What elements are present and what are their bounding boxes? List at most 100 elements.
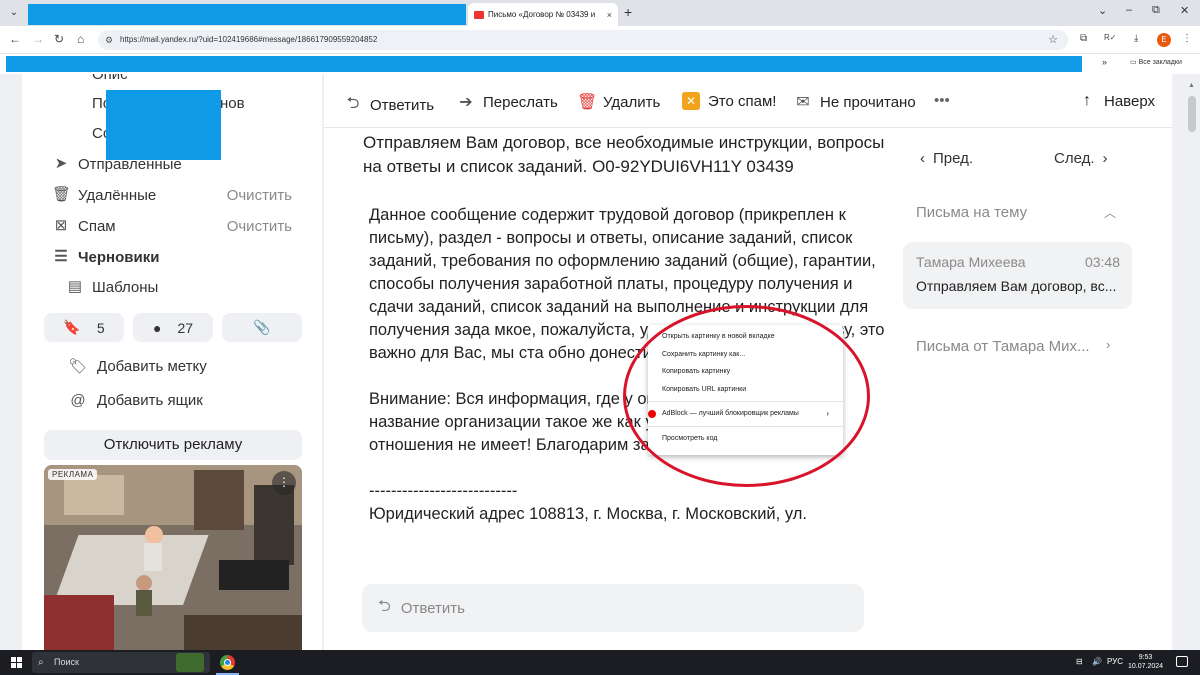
ad-more-icon[interactable]: ⋮ bbox=[272, 471, 296, 495]
tab-close-icon[interactable]: × bbox=[607, 10, 612, 20]
thread-title[interactable]: Письма на тему bbox=[916, 204, 1027, 221]
body-paragraph: Юридический адрес 108813, г. Москва, г. … bbox=[369, 505, 807, 523]
reply-label: Ответить bbox=[370, 97, 435, 114]
forward-label: Переслать bbox=[483, 93, 558, 111]
ad-tag: РЕКЛАМА bbox=[48, 469, 98, 480]
at-icon: @ bbox=[70, 392, 86, 409]
sidebar-item-partial[interactable]: Опис bbox=[92, 74, 128, 83]
url-field[interactable]: ⚙ https://mail.yandex.ru/?uid=102419686#… bbox=[98, 30, 1068, 50]
clock-date: 10.07.2024 bbox=[1128, 663, 1164, 670]
forward-icon[interactable]: → bbox=[32, 32, 44, 46]
mark-unread-button[interactable]: ✉ Не прочитано bbox=[794, 92, 915, 112]
reload-icon[interactable]: ↻ bbox=[54, 32, 64, 46]
network-icon[interactable]: ⊟ bbox=[1076, 657, 1083, 666]
chrome-icon[interactable] bbox=[220, 655, 235, 670]
redacted-bookmarks bbox=[6, 56, 1082, 72]
chevron-right-icon[interactable]: › bbox=[1106, 337, 1110, 352]
add-mailbox-text: Добавить ящик bbox=[97, 392, 203, 409]
add-label-link[interactable]: 🏷 Добавить метку bbox=[68, 357, 206, 376]
prev-message-button[interactable]: ‹ Пред. bbox=[920, 150, 973, 167]
menu-kebab-icon[interactable]: ⋮ bbox=[1182, 33, 1192, 44]
all-bookmarks-label: Все закладки bbox=[1138, 59, 1182, 66]
spam-button[interactable]: ✕ Это спам! bbox=[682, 92, 776, 110]
url-text: https://mail.yandex.ru/?uid=102419686#me… bbox=[120, 35, 378, 44]
spam-label: Это спам! bbox=[708, 92, 777, 110]
page-scrollbar[interactable] bbox=[1188, 96, 1196, 132]
notifications-icon[interactable] bbox=[1176, 656, 1188, 667]
sidebar-item-label: Черновики bbox=[78, 248, 160, 266]
sidebar: Опис По нов Со ➤ Отправленные 🗑 Удалённы… bbox=[22, 74, 322, 650]
sidebar-item-trash[interactable]: 🗑 Удалённые bbox=[52, 186, 156, 204]
quick-reply-box[interactable]: ⮌ Ответить bbox=[362, 584, 864, 632]
sidebar-item-templates[interactable]: ▤ Шаблоны bbox=[66, 278, 158, 296]
redacted-folders bbox=[106, 90, 221, 160]
search-highlight-image bbox=[176, 653, 204, 672]
profile-avatar[interactable]: E bbox=[1157, 33, 1171, 47]
delete-label: Удалить bbox=[603, 93, 661, 111]
chevron-up-icon[interactable]: ︿ bbox=[1104, 204, 1116, 221]
clear-spam-link[interactable]: Очистить bbox=[227, 218, 292, 235]
more-actions-button[interactable]: ••• bbox=[934, 92, 950, 109]
attachments-filter-button[interactable]: 📎 bbox=[222, 313, 302, 342]
sidebar-item-drafts[interactable]: ☰ Черновики bbox=[52, 248, 159, 266]
tab-active[interactable]: Письмо «Договор № 03439 и × bbox=[468, 3, 618, 26]
clock-time: 9:53 bbox=[1138, 654, 1153, 661]
clock[interactable]: 9:53 10.07.2024 bbox=[1128, 653, 1163, 671]
download-icon[interactable]: ⤓ bbox=[1134, 33, 1138, 44]
thread-item[interactable]: Тамара Михеева 03:48 Отправляем Вам дого… bbox=[903, 242, 1132, 309]
tab-search-icon[interactable]: ⌄ bbox=[1098, 4, 1107, 17]
thread-snippet: Отправляем Вам договор, вс... bbox=[916, 278, 1117, 294]
scroll-top-button[interactable]: ↑ Наверх bbox=[1078, 92, 1155, 110]
envelope-icon: ✉ bbox=[796, 94, 810, 111]
all-bookmarks-button[interactable]: ▭ Все закладки bbox=[1130, 58, 1182, 66]
scroll-up-icon[interactable]: ▲ bbox=[1188, 82, 1195, 89]
sender-messages-link[interactable]: Письма от Тамара Мих... bbox=[916, 338, 1090, 355]
bookmarks-overflow-icon[interactable]: » bbox=[1102, 57, 1107, 67]
tag-icon: 🏷 bbox=[68, 358, 88, 375]
unread-filter-button[interactable]: ● 27 bbox=[133, 313, 213, 342]
trash-icon: 🗑 bbox=[577, 94, 598, 111]
ad-image[interactable]: РЕКЛАМА ⋮ bbox=[44, 465, 302, 650]
forward-button[interactable]: ➔ Переслать bbox=[457, 92, 558, 112]
bookmark-icon: 🔖 bbox=[63, 319, 81, 335]
maximize-button[interactable]: ⧉ bbox=[1152, 4, 1160, 17]
tab-search-dropdown[interactable]: ⌄ bbox=[6, 5, 22, 21]
tab-bar: ⌄ Письмо «Договор № 03439 и × + ⌄ – ⧉ ✕ bbox=[0, 0, 1200, 26]
new-tab-button[interactable]: + bbox=[624, 4, 632, 20]
language-indicator[interactable]: РУС bbox=[1107, 657, 1123, 666]
sidebar-item-sent[interactable]: ➤ Отправленные bbox=[52, 155, 182, 173]
thread-sender: Тамара Михеева bbox=[916, 254, 1026, 270]
site-settings-icon[interactable]: ⚙ bbox=[105, 30, 113, 50]
sidebar-item-spam[interactable]: ⊠ Спам bbox=[52, 217, 116, 235]
forward-icon: ➔ bbox=[459, 94, 473, 111]
top-label: Наверх bbox=[1104, 92, 1155, 110]
next-message-button[interactable]: След. › bbox=[1054, 150, 1108, 167]
volume-icon[interactable]: 🔊 bbox=[1092, 657, 1102, 666]
search-icon: ⌕ bbox=[38, 657, 44, 668]
bookmarked-filter-button[interactable]: 🔖 5 bbox=[44, 313, 124, 342]
chevron-left-icon: ‹ bbox=[920, 150, 925, 167]
counters-row: 🔖 5 ● 27 📎 bbox=[44, 313, 302, 342]
minimize-button[interactable]: – bbox=[1126, 4, 1132, 16]
spam-icon: ⊠ bbox=[54, 217, 68, 234]
delete-button[interactable]: 🗑 Удалить bbox=[577, 92, 660, 112]
start-button[interactable] bbox=[11, 657, 22, 668]
clear-trash-link[interactable]: Очистить bbox=[227, 187, 292, 204]
reply-icon: ⮌ bbox=[346, 95, 360, 112]
taskbar-search[interactable]: ⌕ Поиск bbox=[32, 652, 210, 673]
add-mailbox-link[interactable]: @ Добавить ящик bbox=[68, 392, 203, 409]
template-icon: ▤ bbox=[67, 278, 83, 295]
home-icon[interactable]: ⌂ bbox=[77, 32, 84, 46]
reply-button[interactable]: ⮌ Ответить bbox=[344, 92, 435, 119]
message-toolbar: ⮌ Ответить ➔ Переслать 🗑 Удалить ✕ Это с… bbox=[324, 74, 1172, 128]
next-label: След. bbox=[1054, 150, 1095, 167]
extensions-icon[interactable]: ⧉ bbox=[1080, 33, 1087, 44]
sidebar-item-label: Удалённые bbox=[78, 186, 157, 204]
back-icon[interactable]: ← bbox=[9, 32, 21, 46]
translate-icon[interactable]: R✓ bbox=[1104, 33, 1116, 42]
bookmarked-count: 5 bbox=[96, 319, 105, 336]
arrow-up-icon: ↑ bbox=[1083, 92, 1091, 109]
disable-ads-button[interactable]: Отключить рекламу bbox=[44, 430, 302, 460]
close-window-button[interactable]: ✕ bbox=[1180, 4, 1189, 17]
bookmark-star-icon[interactable]: ☆ bbox=[1048, 30, 1058, 50]
